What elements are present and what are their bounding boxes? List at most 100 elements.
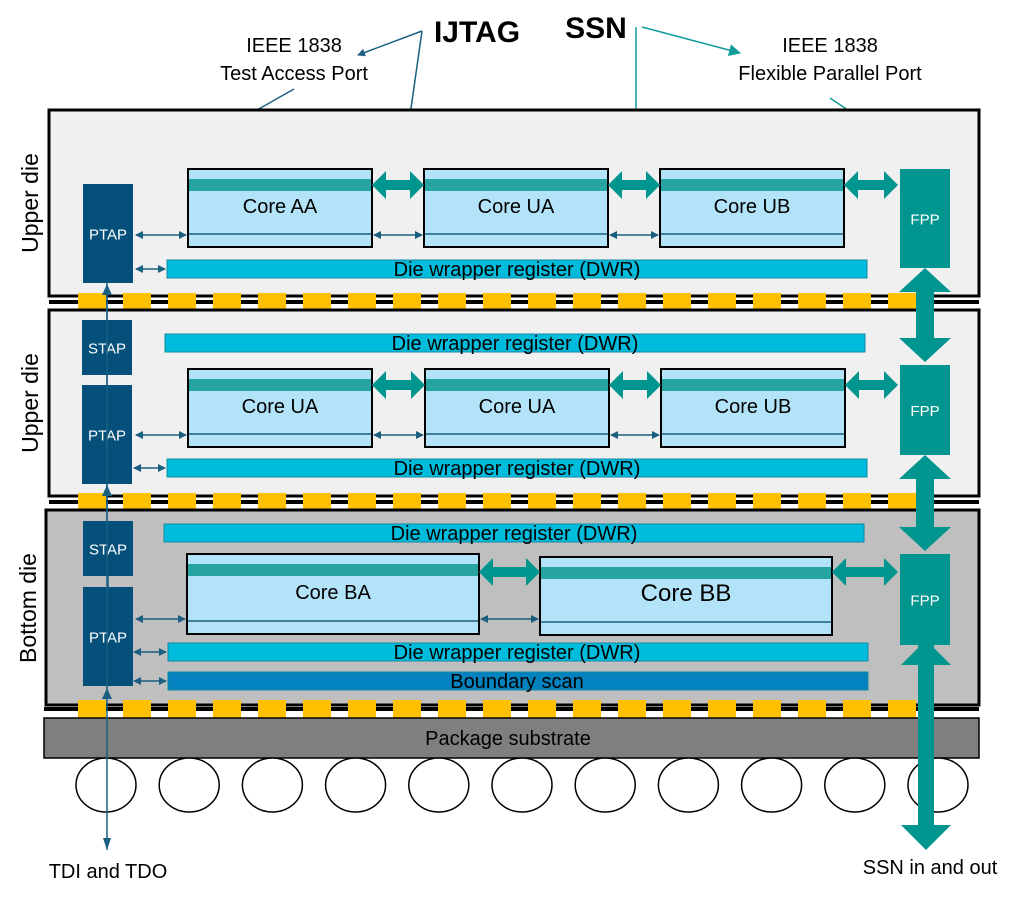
tap-caption-line1: IEEE 1838 bbox=[246, 35, 342, 57]
microbump bbox=[618, 293, 646, 311]
core-label: Core UA bbox=[479, 396, 556, 418]
ijtag-to-tap-arrow bbox=[357, 30, 423, 57]
ssn-title: SSN bbox=[565, 12, 627, 45]
core-label: Core AA bbox=[243, 196, 318, 218]
microbump bbox=[393, 493, 421, 511]
core-block: Core BB bbox=[539, 556, 833, 636]
microbump bbox=[78, 700, 106, 718]
solder-balls bbox=[75, 757, 969, 813]
boundary-scan-register-label: Boundary scan bbox=[450, 671, 583, 693]
die-label: Upper die bbox=[17, 353, 43, 453]
microbump bbox=[348, 293, 376, 311]
core-ssn-band bbox=[661, 179, 843, 191]
microbump bbox=[573, 700, 601, 718]
3d-ic-test-architecture-diagram: IJTAG SSN IEEE 1838 Test Access Port IEE… bbox=[15, 12, 998, 883]
tdi-tdo-label: TDI and TDO bbox=[49, 861, 168, 883]
microbump bbox=[213, 493, 241, 511]
core-block: Core BA bbox=[186, 553, 480, 635]
die-stack: Upper die PTAP Core AA Core UA Core UB FPP Die… bbox=[15, 108, 981, 718]
microbump bbox=[438, 293, 466, 311]
solder-ball bbox=[241, 757, 304, 813]
microbump bbox=[213, 700, 241, 718]
fpp-label: FPP bbox=[910, 593, 939, 610]
microbump bbox=[618, 700, 646, 718]
microbump bbox=[123, 700, 151, 718]
tap-caption-line2: Test Access Port bbox=[220, 63, 368, 85]
core-ssn-band bbox=[189, 379, 371, 391]
microbump bbox=[888, 493, 916, 511]
die-wrapper-register-label: Die wrapper register (DWR) bbox=[394, 259, 641, 281]
microbump bbox=[798, 700, 826, 718]
core-block: Core AA bbox=[187, 168, 373, 248]
microbump bbox=[753, 700, 781, 718]
ptap-block-label: PTAP bbox=[89, 227, 127, 244]
core-label: Core UB bbox=[714, 196, 791, 218]
bottom-die: Bottom die STAP PTAP Die wrapper register (… bbox=[15, 508, 981, 718]
ssn-to-fpp-caption-arrow bbox=[641, 26, 741, 56]
microbump bbox=[348, 700, 376, 718]
microbump bbox=[258, 700, 286, 718]
microbump bbox=[168, 293, 196, 311]
microbump bbox=[618, 493, 646, 511]
microbump bbox=[573, 493, 601, 511]
core-block: Core UB bbox=[660, 368, 846, 448]
fpp-label: FPP bbox=[910, 212, 939, 229]
microbump bbox=[663, 700, 691, 718]
microbump bbox=[888, 700, 916, 718]
die-label: Upper die bbox=[17, 153, 43, 253]
microbump bbox=[258, 493, 286, 511]
upper-die-2: Upper dieSTAPPTAPDie wrapper register (D… bbox=[17, 308, 981, 511]
core-label: Core UA bbox=[478, 196, 555, 218]
microbump bbox=[348, 493, 376, 511]
core-label: Core UB bbox=[715, 396, 792, 418]
die-wrapper-register-label: Die wrapper register (DWR) bbox=[394, 642, 641, 664]
fpp-caption-line2: Flexible Parallel Port bbox=[738, 63, 922, 85]
microbump bbox=[438, 700, 466, 718]
core-ssn-band bbox=[189, 179, 371, 191]
core-label: Core UA bbox=[242, 396, 319, 418]
microbump bbox=[753, 293, 781, 311]
stap-block-label: STAP bbox=[89, 542, 127, 559]
upper-die-1: Upper die PTAP Core AA Core UA Core UB FPP Die… bbox=[17, 108, 981, 311]
solder-ball bbox=[824, 757, 886, 813]
microbump bbox=[843, 700, 871, 718]
microbump bbox=[708, 293, 736, 311]
fpp-label: FPP bbox=[910, 403, 939, 420]
core-ssn-band bbox=[541, 567, 831, 579]
microbump bbox=[123, 293, 151, 311]
die-wrapper-register-label: Die wrapper register (DWR) bbox=[392, 333, 639, 355]
core-label: Core BB bbox=[641, 580, 732, 607]
package-substrate-label: Package substrate bbox=[425, 728, 591, 750]
core-ssn-band bbox=[425, 179, 607, 191]
core-block: Core UA bbox=[423, 168, 609, 248]
die-wrapper-register-label: Die wrapper register (DWR) bbox=[394, 458, 641, 480]
microbump bbox=[393, 700, 421, 718]
core-block: Core UA bbox=[424, 368, 610, 448]
microbump bbox=[843, 293, 871, 311]
core-ssn-band bbox=[426, 379, 608, 391]
microbump bbox=[798, 293, 826, 311]
ssn-io-label: SSN in and out bbox=[863, 857, 998, 879]
microbump bbox=[213, 293, 241, 311]
microbump bbox=[663, 293, 691, 311]
microbump bbox=[843, 493, 871, 511]
core-ssn-band bbox=[662, 379, 844, 391]
microbump bbox=[798, 493, 826, 511]
microbump bbox=[528, 293, 556, 311]
solder-ball bbox=[907, 757, 969, 813]
solder-ball bbox=[740, 757, 803, 813]
core-block: Core UA bbox=[187, 368, 373, 448]
microbump bbox=[528, 700, 556, 718]
microbump bbox=[168, 493, 196, 511]
microbump bbox=[573, 293, 601, 311]
die-wrapper-register-label: Die wrapper register (DWR) bbox=[391, 523, 638, 545]
fpp-caption-line1: IEEE 1838 bbox=[782, 35, 878, 57]
microbump bbox=[123, 493, 151, 511]
microbump bbox=[753, 493, 781, 511]
microbump bbox=[663, 493, 691, 511]
microbump bbox=[528, 493, 556, 511]
solder-ball bbox=[574, 757, 636, 813]
microbump bbox=[708, 700, 736, 718]
solder-ball bbox=[324, 757, 387, 813]
microbump bbox=[393, 293, 421, 311]
